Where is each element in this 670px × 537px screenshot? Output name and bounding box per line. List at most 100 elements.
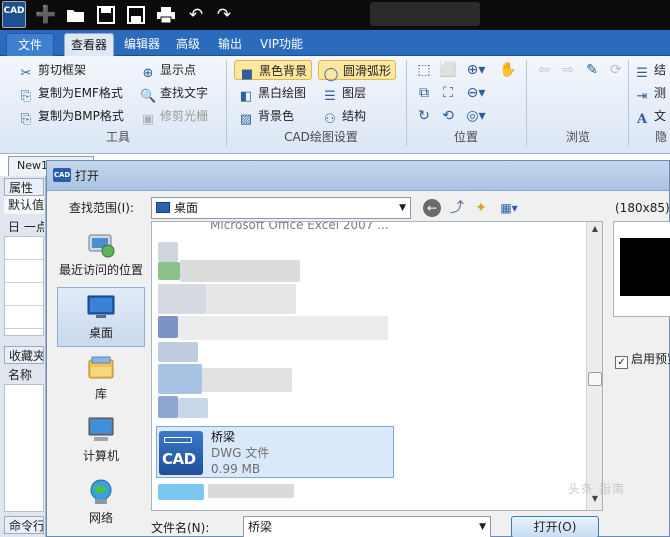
look-in-dropdown[interactable]: 桌面 ▼: [151, 197, 411, 219]
partial-text-button[interactable]: A文: [634, 106, 666, 127]
tab-advanced[interactable]: 高级: [170, 33, 206, 56]
blurred-item: [208, 484, 294, 498]
structure-icon: ⚇: [324, 112, 336, 127]
layers-button[interactable]: ☰ 图层: [322, 83, 366, 104]
preview-size-label: (180x85): [615, 201, 670, 215]
fit-layout-icon[interactable]: ⧉: [414, 83, 434, 103]
open-folder-icon[interactable]: [64, 3, 88, 27]
file-list[interactable]: Microsoft Office Excel 2007 ... CAD 桥梁 D…: [151, 221, 603, 511]
points-icon: ⊕: [142, 66, 154, 81]
enable-preview-checkbox[interactable]: ✓启用预览: [615, 351, 670, 369]
view-menu-icon[interactable]: ▦▾: [495, 198, 523, 218]
blurred-icon: [158, 262, 180, 280]
group-separator: [526, 60, 527, 146]
up-folder-icon[interactable]: ⤴: [447, 198, 467, 218]
browse-refresh-icon[interactable]: ⟳: [606, 60, 626, 80]
rotate-3d-icon[interactable]: ↻: [414, 106, 434, 126]
command-line-header[interactable]: 命令行: [4, 516, 44, 534]
preview-pane: [613, 221, 670, 317]
open-button[interactable]: 打开(O): [511, 516, 599, 537]
place-recent[interactable]: 最近访问的位置: [57, 225, 145, 285]
place-library[interactable]: 库: [57, 349, 145, 409]
group-separator: [628, 60, 629, 146]
file-size: 0.99 MB: [211, 462, 261, 476]
group-separator: [226, 60, 227, 146]
blurred-icon: [158, 364, 202, 394]
prev-icon[interactable]: ⇦: [534, 60, 554, 80]
group-label-tools: 工具: [105, 130, 130, 144]
save-as-icon[interactable]: [124, 3, 148, 27]
app-logo[interactable]: CAD: [2, 1, 26, 28]
bw-drawing-button[interactable]: ◧ 黑白绘图: [238, 83, 306, 104]
look-in-label: 查找范围(I):: [69, 201, 134, 215]
pan-hand-icon[interactable]: ✋: [498, 60, 518, 80]
list-item-excel-blurred[interactable]: Microsoft Office Excel 2007 ...: [210, 222, 389, 232]
structure-button[interactable]: ⚇ 结构: [322, 106, 366, 127]
file-name-input[interactable]: 桥梁 ▼: [243, 516, 491, 537]
new-folder-icon[interactable]: ✦: [471, 198, 491, 218]
file-list-scrollbar[interactable]: ▲ ▼: [586, 222, 602, 510]
trim-raster-button[interactable]: ▣ 修剪光栅: [140, 106, 208, 127]
title-text-blurred: [370, 2, 480, 26]
favorites-header[interactable]: 收藏夹: [4, 346, 44, 364]
browse-edit-icon[interactable]: ✎: [582, 60, 602, 80]
blurred-icon: [178, 398, 208, 418]
smooth-arc-button[interactable]: ◯ 圆滑弧形: [318, 60, 397, 82]
place-computer[interactable]: 计算机: [57, 411, 145, 471]
ribbon-panel: ✂ 剪切框架 ⎘ 复制为EMF格式 ⎘ 复制为BMP格式 ⊕ 显示点 🔍 查找文字 ▣ 修剪…: [0, 56, 670, 154]
zoom-in-icon[interactable]: ⊕▾: [466, 60, 486, 80]
zoom-previous-icon[interactable]: ⟲: [438, 106, 458, 126]
favorites-list: [4, 384, 44, 512]
zoom-window-icon[interactable]: ⬚: [414, 60, 434, 80]
chevron-down-icon: ▼: [399, 203, 406, 213]
partial-structure-button[interactable]: ☰ 结: [634, 60, 666, 81]
tab-editor[interactable]: 编辑器: [118, 33, 166, 56]
place-network[interactable]: 网络: [57, 473, 145, 533]
black-background-button[interactable]: ■ 黑色背景: [234, 60, 313, 82]
tab-vip[interactable]: VIP功能: [254, 33, 309, 56]
partial-measure-button[interactable]: ⇥ 测: [634, 83, 666, 104]
save-icon[interactable]: [94, 3, 118, 27]
zoom-out-icon[interactable]: ⊖▾: [466, 83, 486, 103]
blurred-item: [178, 316, 388, 340]
properties-default-row: 默认值: [4, 196, 44, 214]
next-icon[interactable]: ⇨: [558, 60, 578, 80]
zoom-extents-icon[interactable]: ⛶: [438, 83, 458, 103]
tab-output[interactable]: 输出: [212, 33, 248, 56]
chevron-down-icon[interactable]: ▼: [479, 517, 486, 537]
properties-header[interactable]: 属性: [4, 178, 44, 196]
clip-frame-button[interactable]: ✂ 剪切框架: [18, 60, 86, 81]
desktop-icon: [156, 202, 170, 213]
computer-icon: [88, 417, 114, 441]
cad-thumb-label: CAD: [162, 450, 196, 468]
background-color-button[interactable]: ▨ 背景色: [238, 106, 294, 127]
orbit-icon[interactable]: ◎▾: [466, 106, 486, 126]
properties-tree-row[interactable]: 日 一点: [4, 218, 44, 236]
print-icon[interactable]: [154, 3, 178, 27]
back-arrow-icon[interactable]: ←: [423, 199, 441, 217]
place-desktop[interactable]: 桌面: [57, 287, 145, 347]
group-label-partial: 隐: [654, 130, 667, 144]
copy-emf-button[interactable]: ⎘ 复制为EMF格式: [18, 83, 123, 104]
file-item-selected[interactable]: CAD 桥梁 DWG 文件 0.99 MB: [156, 426, 394, 478]
emf-icon: ⎘: [20, 89, 32, 104]
show-points-button[interactable]: ⊕ 显示点: [140, 60, 196, 81]
blurred-icon: [158, 396, 178, 418]
blurred-icon: [158, 484, 204, 500]
measure-icon: ⇥: [636, 89, 648, 104]
redo-icon[interactable]: ↷: [212, 3, 236, 27]
tab-file[interactable]: 文件: [6, 33, 54, 56]
scroll-up-icon[interactable]: ▲: [587, 224, 602, 238]
tab-viewer[interactable]: 查看器: [64, 33, 115, 56]
undo-icon[interactable]: ↶: [184, 3, 208, 27]
blurred-item: [158, 284, 206, 314]
zoom-area-icon[interactable]: ⬜: [438, 60, 458, 80]
group-label-cad-settings: CAD绘图设置: [284, 130, 358, 144]
find-text-button[interactable]: 🔍 查找文字: [140, 83, 208, 104]
dialog-title-bar[interactable]: CAD 打开: [47, 161, 669, 191]
new-icon[interactable]: ➕: [34, 3, 58, 27]
copy-bmp-button[interactable]: ⎘ 复制为BMP格式: [18, 106, 124, 127]
blurred-item: [180, 260, 300, 282]
library-icon: [88, 356, 114, 379]
scroll-thumb[interactable]: [588, 372, 602, 386]
